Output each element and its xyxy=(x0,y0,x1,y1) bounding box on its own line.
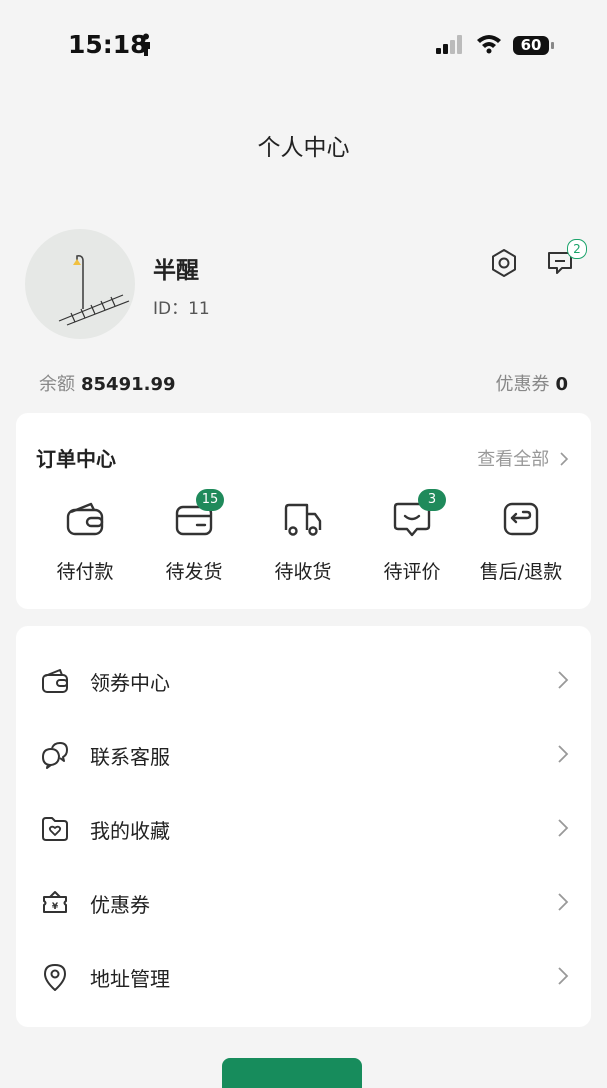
chevron-right-icon xyxy=(558,745,569,763)
status-time: 15:18 xyxy=(68,30,148,59)
person-icon xyxy=(142,33,150,56)
user-name: 半醒 xyxy=(153,258,199,284)
menu-item-coupons[interactable]: ¥ 优惠券 xyxy=(16,865,591,939)
menu-item-label: 联系客服 xyxy=(90,745,170,769)
coupon-center-icon xyxy=(42,669,68,693)
order-center-title: 订单中心 xyxy=(36,447,116,471)
view-all-label: 查看全部 xyxy=(477,449,550,470)
chevron-right-icon xyxy=(558,819,569,837)
order-after-sales[interactable]: 售后/退款 xyxy=(467,495,575,584)
user-id: ID：11 xyxy=(153,299,210,319)
balance-label: 余额 xyxy=(39,374,75,395)
favorites-folder-icon xyxy=(42,817,68,841)
menu-item-coupon-center[interactable]: 领券中心 xyxy=(16,643,591,717)
order-pending-payment-label: 待付款 xyxy=(56,561,114,583)
order-pending-receipt-label: 待收货 xyxy=(274,561,332,583)
pending-review-badge: 3 xyxy=(418,489,446,511)
brand-logo xyxy=(222,1058,362,1088)
battery-cap xyxy=(551,42,554,49)
order-pending-review[interactable]: 3 待评价 xyxy=(358,489,466,584)
balance[interactable]: 余额 85491.99 xyxy=(39,370,176,396)
refund-icon xyxy=(503,502,539,536)
coupon-value: 0 xyxy=(555,374,568,395)
pending-shipment-badge: 15 xyxy=(196,489,224,511)
menu-item-favorites[interactable]: 我的收藏 xyxy=(16,791,591,865)
coupon-count[interactable]: 优惠券 0 xyxy=(495,370,568,396)
balance-value: 85491.99 xyxy=(81,374,176,395)
order-after-sales-label: 售后/退款 xyxy=(479,561,563,583)
cellular-signal-icon xyxy=(436,35,462,54)
truck-icon xyxy=(284,503,322,536)
order-pending-shipment-label: 待发货 xyxy=(165,561,223,583)
chevron-right-icon xyxy=(558,893,569,911)
menu-item-contact-support[interactable]: 联系客服 xyxy=(16,717,591,791)
location-pin-icon xyxy=(44,964,66,991)
order-center-card: 订单中心 查看全部 待付款 15 待发货 待收货 3 待评价 售后/退款 xyxy=(16,413,591,609)
order-pending-shipment[interactable]: 15 待发货 xyxy=(140,489,248,584)
status-bar: 15:18 60 xyxy=(0,0,607,90)
order-pending-review-label: 待评价 xyxy=(383,561,441,583)
settings-gear-icon[interactable] xyxy=(488,247,520,279)
chevron-right-icon xyxy=(558,671,569,689)
menu-item-label: 优惠券 xyxy=(90,893,150,917)
order-pending-receipt[interactable]: 待收货 xyxy=(249,495,357,584)
coupon-label: 优惠券 xyxy=(495,374,550,395)
view-all-orders-link[interactable]: 查看全部 xyxy=(477,445,569,471)
menu-item-label: 地址管理 xyxy=(90,967,170,991)
menu-item-address[interactable]: 地址管理 xyxy=(16,939,591,1013)
menu-item-label: 领券中心 xyxy=(90,671,170,695)
avatar-illustration xyxy=(58,255,130,326)
menu-item-label: 我的收藏 xyxy=(90,819,170,843)
svg-text:¥: ¥ xyxy=(52,902,59,912)
chat-bubbles-icon xyxy=(42,742,68,769)
service-menu-card: 领券中心 联系客服 我的收藏 ¥ 优惠券 地址管理 xyxy=(16,626,591,1027)
chevron-right-icon xyxy=(560,452,569,466)
battery-indicator: 60 xyxy=(513,36,549,55)
wifi-icon xyxy=(477,35,501,54)
avatar[interactable] xyxy=(25,229,135,339)
page-title: 个人中心 xyxy=(257,135,350,161)
order-pending-payment[interactable]: 待付款 xyxy=(31,495,139,584)
message-count-badge: 2 xyxy=(567,239,587,259)
wallet-icon xyxy=(66,502,104,536)
chevron-right-icon xyxy=(558,967,569,985)
yen-voucher-icon: ¥ xyxy=(43,891,67,913)
